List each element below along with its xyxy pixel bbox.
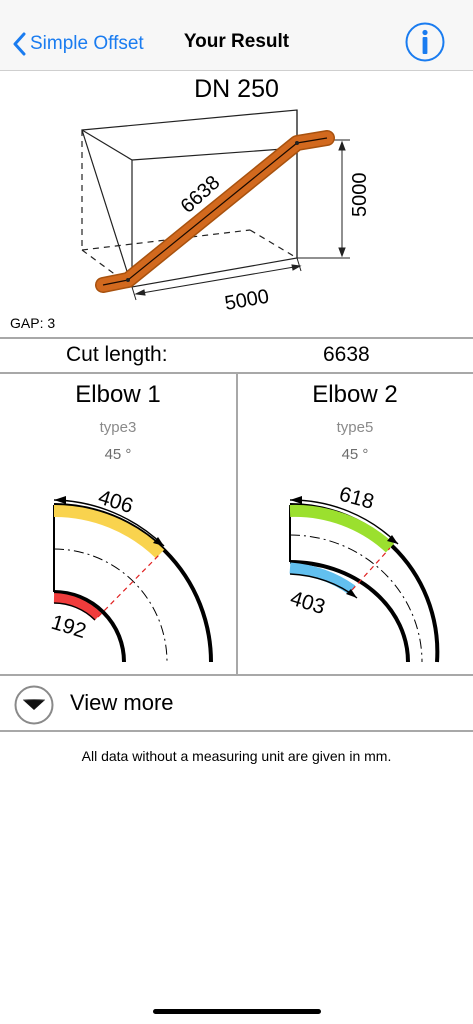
offset-diagram: 6638 5000 5000 [81,109,371,315]
elbow-1-inner-value: 192 [49,611,89,643]
elbow-2-angle: 45 ° [341,446,369,463]
elbow-1-type: type3 [99,419,137,436]
elbow-2-type: type5 [336,419,374,436]
cut-length-value: 6638 [323,343,370,366]
height-label: 5000 [349,173,371,218]
elbow-2-diagram: 618 403 [288,483,440,663]
cut-length-row: Cut length: 6638 [0,339,473,373]
view-more-label: View more [70,690,174,715]
elbow-1-title: Elbow 1 [75,381,161,408]
elbow-1-angle: 45 ° [104,446,132,463]
home-indicator[interactable] [153,1009,321,1014]
divider [0,730,473,732]
elbow-2-title: Elbow 2 [312,381,398,408]
elbow-1-diagram: 406 192 [49,486,213,663]
elbow-2-inner-value: 403 [288,587,328,619]
width-label: 5000 [223,286,271,315]
view-more-button[interactable]: View more [0,676,473,730]
units-footnote: All data without a measuring unit are gi… [81,748,392,764]
elbow-2-outer-band [289,504,395,553]
chevron-down-circle-icon [14,685,54,725]
gap-label: GAP: 3 [10,315,56,331]
cut-length-label: Cut length: [66,343,168,366]
